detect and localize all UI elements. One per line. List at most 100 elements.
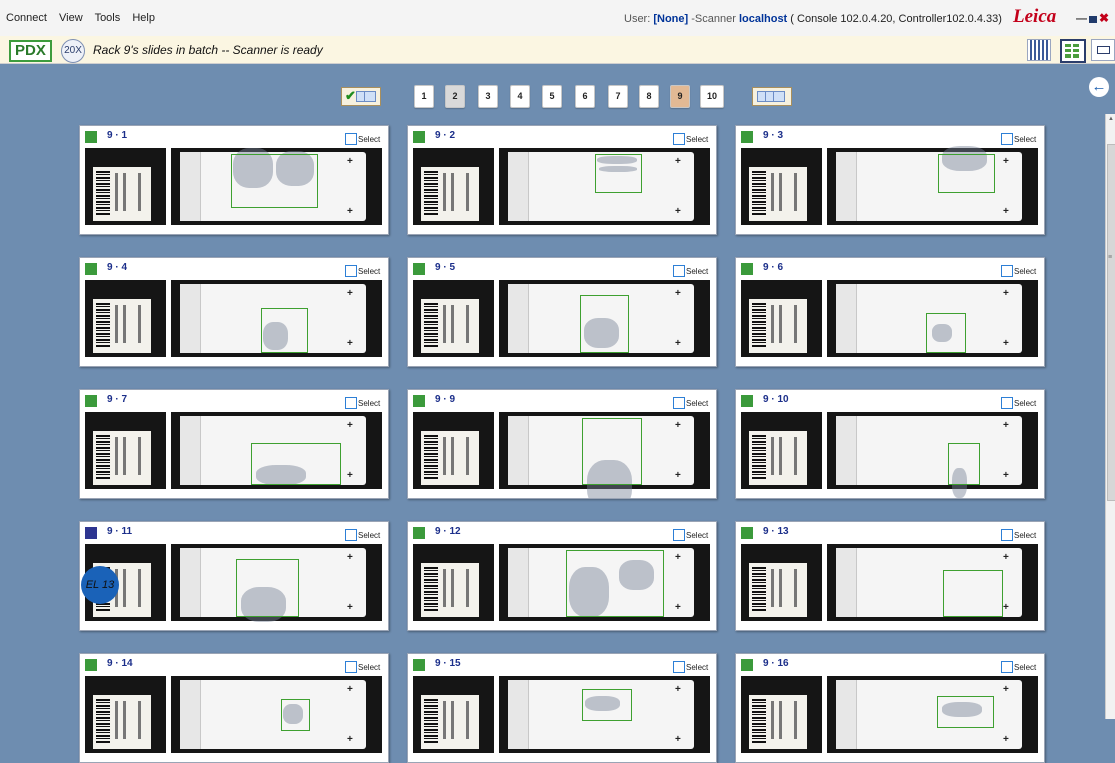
minimize-button[interactable]: — bbox=[1076, 13, 1087, 25]
page-3-button[interactable]: 3 bbox=[478, 85, 498, 108]
menu-tools[interactable]: Tools bbox=[95, 12, 121, 24]
close-button[interactable]: ✖ bbox=[1099, 11, 1109, 25]
mode-badge[interactable]: PDX bbox=[9, 40, 52, 62]
slide-card[interactable]: 9 · 1 Select + + bbox=[79, 125, 389, 235]
select-checkbox[interactable] bbox=[345, 529, 357, 541]
slide-label-image bbox=[413, 676, 494, 753]
slide-card[interactable]: 9 · 12 Select + + bbox=[407, 521, 717, 631]
select-checkbox[interactable] bbox=[1001, 661, 1013, 673]
page-4-button[interactable]: 4 bbox=[510, 85, 530, 108]
page-8-button[interactable]: 8 bbox=[639, 85, 659, 108]
menu-help[interactable]: Help bbox=[132, 12, 155, 24]
select-checkbox[interactable] bbox=[345, 265, 357, 277]
slide-macro-image[interactable]: + + bbox=[499, 148, 710, 225]
slide-card[interactable]: 9 · 13 Select + + bbox=[735, 521, 1045, 631]
barcode-view-button[interactable] bbox=[1027, 39, 1051, 61]
vertical-scrollbar[interactable]: ▲ ≡ bbox=[1105, 114, 1115, 719]
scan-area-box[interactable] bbox=[566, 550, 664, 617]
select-checkbox[interactable] bbox=[1001, 133, 1013, 145]
select-checkbox[interactable] bbox=[673, 265, 685, 277]
slide-macro-image[interactable]: + + bbox=[499, 676, 710, 753]
slide-macro-image[interactable]: + + bbox=[171, 148, 382, 225]
page-6-button[interactable]: 6 bbox=[575, 85, 595, 108]
select-checkbox[interactable] bbox=[345, 133, 357, 145]
scan-area-box[interactable] bbox=[582, 689, 632, 721]
scroll-thumb[interactable] bbox=[1107, 144, 1115, 501]
slide-card[interactable]: 9 · 7 Select + + bbox=[79, 389, 389, 499]
slide-card[interactable]: 9 · 5 Select + + bbox=[407, 257, 717, 367]
select-checkbox[interactable] bbox=[673, 133, 685, 145]
menu-connect[interactable]: Connect bbox=[6, 12, 47, 24]
status-message: Rack 9's slides in batch -- Scanner is r… bbox=[93, 43, 323, 57]
slide-macro-image[interactable]: + + bbox=[827, 544, 1038, 621]
scan-area-box[interactable] bbox=[937, 696, 994, 728]
slide-macro-image[interactable]: + + bbox=[171, 676, 382, 753]
deselect-all-button[interactable] bbox=[752, 87, 792, 106]
label-text-line bbox=[794, 173, 797, 211]
select-checkbox[interactable] bbox=[1001, 265, 1013, 277]
slide-macro-image[interactable]: + + bbox=[499, 280, 710, 357]
select-checkbox[interactable] bbox=[345, 397, 357, 409]
select-checkbox[interactable] bbox=[345, 661, 357, 673]
slide-macro-image[interactable]: + + bbox=[171, 412, 382, 489]
slide-card[interactable]: 9 · 2 Select + + bbox=[407, 125, 717, 235]
slide-macro-image[interactable]: + + bbox=[827, 280, 1038, 357]
menu-view[interactable]: View bbox=[59, 12, 83, 24]
label-text-line bbox=[771, 437, 774, 475]
slide-macro-image[interactable]: + + bbox=[827, 412, 1038, 498]
slide-card[interactable]: 9 · 6 Select + + bbox=[735, 257, 1045, 367]
slide-card[interactable]: 9 · 9 Select + + bbox=[407, 389, 717, 499]
scan-status-indicator bbox=[413, 395, 425, 407]
scroll-up-icon[interactable]: ▲ bbox=[1108, 116, 1114, 122]
page-1-button[interactable]: 1 bbox=[414, 85, 434, 108]
scan-area-box[interactable] bbox=[251, 443, 341, 485]
scan-area-box[interactable] bbox=[926, 313, 966, 353]
slide-card[interactable]: 9 · 3 Select + + bbox=[735, 125, 1045, 235]
label-text-line bbox=[451, 305, 454, 343]
scan-area-box[interactable] bbox=[582, 418, 642, 485]
scan-area-box[interactable] bbox=[281, 699, 310, 731]
select-checkbox[interactable] bbox=[1001, 529, 1013, 541]
select-checkbox[interactable] bbox=[673, 397, 685, 409]
slide-card[interactable]: 9 · 14 Select + + bbox=[79, 653, 389, 763]
select-checkbox[interactable] bbox=[1001, 397, 1013, 409]
slide-edge bbox=[836, 152, 857, 221]
slide-edge bbox=[180, 680, 201, 749]
page-5-button[interactable]: 5 bbox=[542, 85, 562, 108]
scan-area-box[interactable] bbox=[261, 308, 308, 353]
scan-area-box[interactable] bbox=[595, 154, 642, 193]
maximize-button[interactable] bbox=[1089, 15, 1097, 23]
magnification-badge[interactable]: 20X bbox=[61, 39, 85, 63]
slide-id: 9 · 14 bbox=[107, 658, 133, 669]
slide-card[interactable]: 9 · 15 Select + + bbox=[407, 653, 717, 763]
slide-card[interactable]: 9 · 11 Select EL 13 + + bbox=[79, 521, 389, 631]
grid-view-button[interactable] bbox=[1060, 39, 1086, 63]
select-all-button[interactable]: ✔ bbox=[341, 87, 381, 106]
slide-macro-image[interactable]: + + bbox=[827, 146, 1038, 225]
slide-card[interactable]: 9 · 16 Select + + bbox=[735, 653, 1045, 763]
slide-macro-image[interactable]: + + bbox=[499, 544, 710, 621]
slide-macro-image[interactable]: + + bbox=[499, 412, 710, 498]
slide-macro-image[interactable]: + + bbox=[827, 676, 1038, 753]
page-9-button[interactable]: 9 bbox=[670, 85, 690, 108]
page-10-button[interactable]: 10 bbox=[700, 85, 724, 108]
label-text-line bbox=[443, 701, 446, 739]
slide-card[interactable]: 9 · 10 Select + + bbox=[735, 389, 1045, 499]
scan-area-box[interactable] bbox=[580, 295, 629, 353]
slide-card[interactable]: 9 · 4 Select + + bbox=[79, 257, 389, 367]
page-7-button[interactable]: 7 bbox=[608, 85, 628, 108]
scan-area-box[interactable] bbox=[236, 559, 299, 617]
scan-area-box[interactable] bbox=[948, 443, 980, 485]
slide-icon bbox=[773, 91, 785, 102]
label-text-line bbox=[451, 701, 454, 739]
scan-area-box[interactable] bbox=[231, 154, 318, 208]
select-checkbox[interactable] bbox=[673, 529, 685, 541]
scan-area-box[interactable] bbox=[943, 570, 1003, 617]
page-2-button[interactable]: 2 bbox=[445, 85, 465, 108]
slide-macro-image[interactable]: + + bbox=[171, 280, 382, 357]
scan-area-box[interactable] bbox=[938, 154, 995, 193]
single-view-button[interactable] bbox=[1091, 39, 1115, 61]
slide-macro-image[interactable]: + + bbox=[171, 544, 382, 622]
select-checkbox[interactable] bbox=[673, 661, 685, 673]
back-arrow-icon[interactable]: ← bbox=[1089, 77, 1109, 97]
